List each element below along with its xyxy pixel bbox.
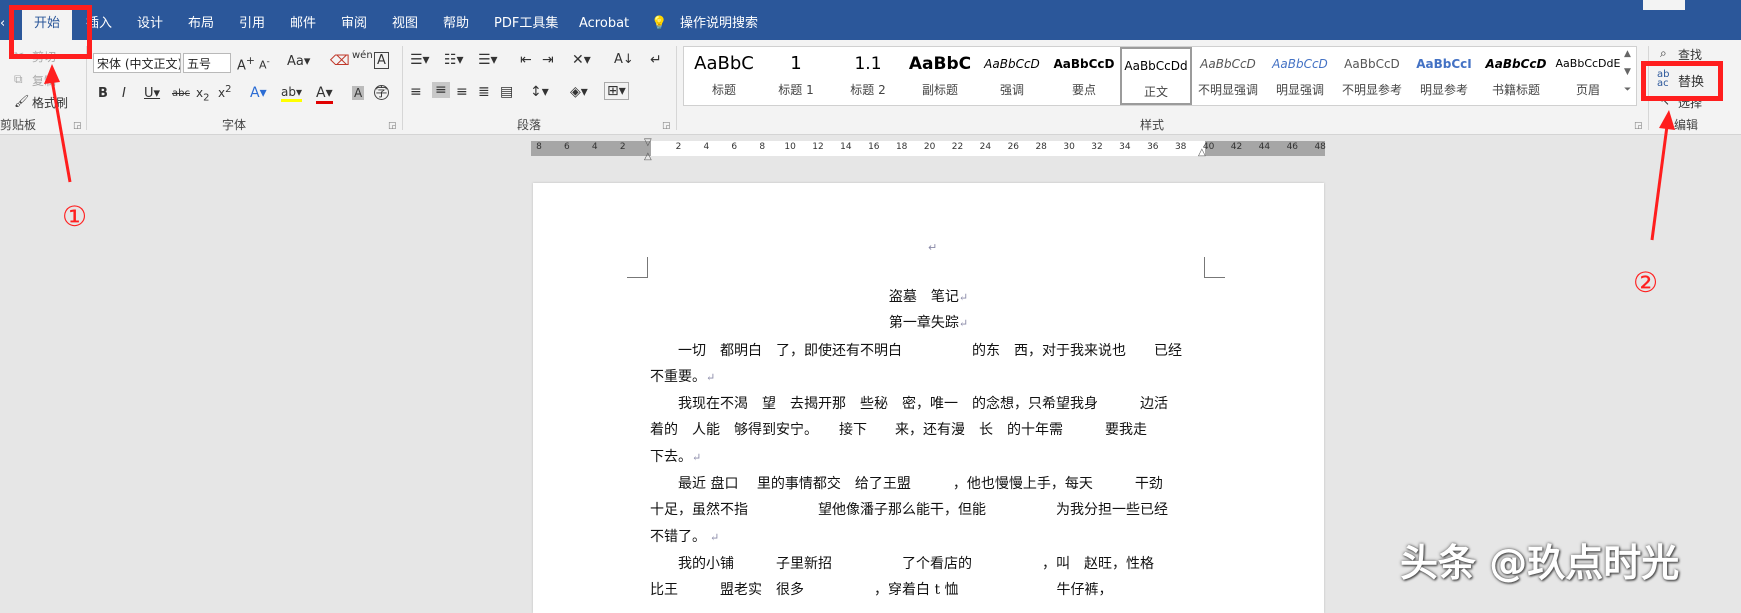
annotation-arrows [44,64,1675,241]
arrow-line [1650,125,1669,241]
watermark: 头条 @玖点时光 [1400,541,1680,585]
arrow-line [50,79,72,183]
annotation-number: ① [62,200,88,233]
annotation-number: ② [1633,266,1659,299]
arrowhead [1659,110,1675,130]
arrowhead [44,64,60,84]
